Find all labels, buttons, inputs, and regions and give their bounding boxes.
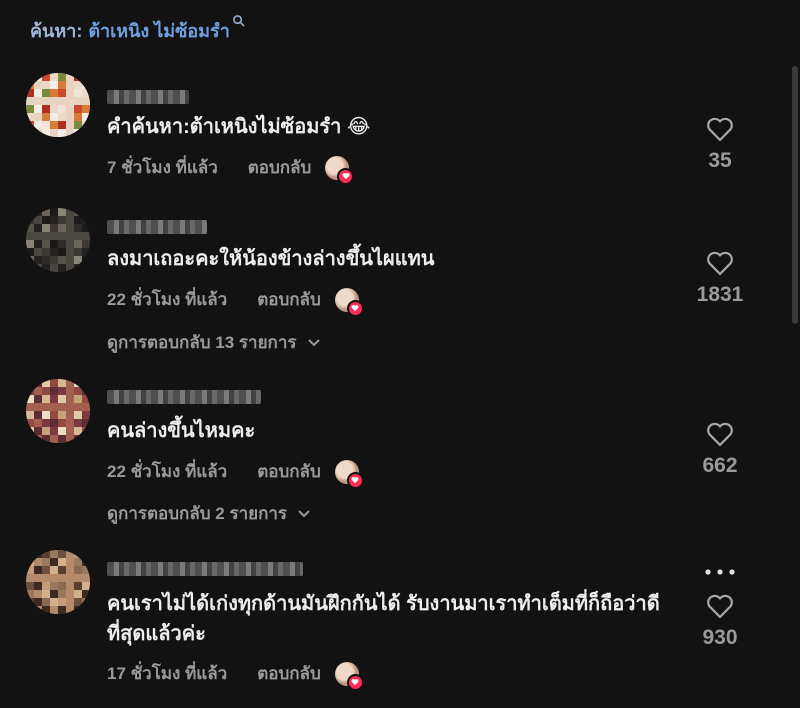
comment-text: คนล่างขึ้นไหมคะ	[107, 420, 256, 442]
username-blurred[interactable]	[107, 220, 207, 234]
heart-badge-icon	[346, 471, 364, 489]
reply-button[interactable]: ตอบกลับ	[257, 286, 321, 313]
comment-time: 22 ชั่วโมง ที่แล้ว	[107, 290, 228, 309]
heart-badge-icon	[346, 299, 364, 317]
chevron-down-icon[interactable]	[307, 338, 321, 348]
like-count: 662	[702, 454, 738, 477]
search-prefix: ค้นหา:	[30, 21, 83, 41]
creator-liked-badge	[325, 155, 355, 185]
avatar[interactable]	[26, 550, 90, 614]
view-replies-button[interactable]: ดูการตอบกลับ 2 รายการ	[107, 500, 311, 527]
creator-liked-badge	[334, 661, 364, 691]
comment-text: คำค้นหา:ต้าเหนิงไม่ซ้อมรำ 😂	[107, 116, 371, 138]
comment-meta: 17 ชั่วโมง ที่แล้ว ตอบกลับ	[107, 660, 364, 691]
view-replies-button[interactable]: ดูการตอบกลับ 13 รายการ	[107, 329, 321, 356]
username-blurred[interactable]	[107, 90, 189, 104]
reply-button[interactable]: ตอบกลับ	[248, 154, 312, 181]
reply-button[interactable]: ตอบกลับ	[257, 660, 321, 687]
scrollbar[interactable]	[792, 66, 798, 324]
view-replies-label[interactable]: ดูการตอบกลับ 13 รายการ	[107, 329, 297, 356]
creator-liked-badge	[334, 287, 364, 317]
comment-time: 7 ชั่วโมง ที่แล้ว	[107, 158, 218, 177]
heart-badge-icon	[337, 167, 355, 185]
chevron-down-icon[interactable]	[297, 509, 311, 519]
heart-outline-icon[interactable]	[706, 250, 734, 276]
like-group[interactable]: 35	[680, 116, 760, 173]
username-blurred[interactable]	[107, 390, 261, 404]
like-count: 35	[708, 149, 732, 172]
heart-badge-icon	[346, 673, 364, 691]
comment-meta: 22 ชั่วโมง ที่แล้ว ตอบกลับ	[107, 286, 364, 317]
comment-text: คนเราไม่ได้เก่งทุกด้านมันฝึกกันได้ รับงา…	[107, 593, 660, 645]
like-group[interactable]: 930	[680, 593, 760, 650]
creator-liked-badge	[334, 459, 364, 489]
comment-meta: 7 ชั่วโมง ที่แล้ว ตอบกลับ	[107, 154, 355, 185]
comment-meta: 22 ชั่วโมง ที่แล้ว ตอบกลับ	[107, 458, 364, 489]
comment-time: 17 ชั่วโมง ที่แล้ว	[107, 664, 228, 683]
heart-outline-icon[interactable]	[706, 421, 734, 447]
like-count: 1831	[696, 283, 744, 306]
comment-time: 22 ชั่วโมง ที่แล้ว	[107, 462, 228, 481]
username-blurred[interactable]	[107, 562, 303, 576]
reply-button[interactable]: ตอบกลับ	[257, 458, 321, 485]
like-group[interactable]: 662	[680, 421, 760, 478]
avatar[interactable]	[26, 73, 90, 137]
view-replies-label[interactable]: ดูการตอบกลับ 2 รายการ	[107, 500, 287, 527]
more-horizontal-icon[interactable]	[702, 568, 738, 576]
avatar[interactable]	[26, 208, 90, 272]
heart-outline-icon[interactable]	[706, 593, 734, 619]
search-icon[interactable]	[232, 14, 245, 27]
comment-text: ลงมาเถอะคะให้น้องข้างล่างขึ้นไผแทน	[107, 248, 435, 270]
search-query-link[interactable]: ต้าเหนิง ไม่ซ้อมรำ	[88, 16, 230, 45]
like-group[interactable]: 1831	[680, 250, 760, 307]
avatar[interactable]	[26, 379, 90, 443]
heart-outline-icon[interactable]	[706, 116, 734, 142]
search-title: ค้นหา: ต้าเหนิง ไม่ซ้อมรำ	[30, 14, 245, 45]
like-count: 930	[702, 626, 738, 649]
